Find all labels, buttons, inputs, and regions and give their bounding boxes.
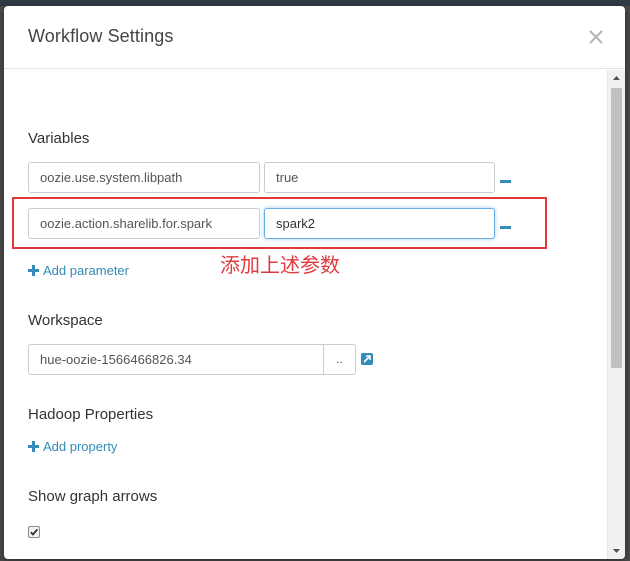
dialog-title: Workflow Settings [28, 26, 174, 46]
add-parameter-link[interactable]: Add parameter [28, 263, 129, 278]
annotation-highlight-box [12, 197, 547, 249]
variables-title: Variables [28, 130, 90, 147]
graph-arrows-title: Show graph arrows [28, 488, 158, 505]
variable-value-input-1[interactable] [264, 162, 495, 193]
plus-icon [28, 441, 39, 452]
scroll-thumb[interactable] [611, 88, 622, 368]
dialog-body: Variables 添加上述参数 Add parameter Workspace… [4, 70, 607, 559]
dialog-header: Workflow Settings [4, 6, 625, 69]
scroll-down-icon [613, 549, 620, 553]
hadoop-properties-title: Hadoop Properties [28, 406, 154, 423]
add-property-label: Add property [43, 439, 118, 454]
variable-name-input-1[interactable] [28, 162, 260, 193]
scroll-down-arrow[interactable] [608, 543, 625, 559]
graph-arrows-checkbox[interactable] [28, 526, 40, 538]
external-open-icon[interactable] [361, 353, 373, 365]
close-icon [589, 30, 603, 44]
add-property-link[interactable]: Add property [28, 439, 117, 454]
check-icon [30, 528, 39, 536]
remove-variable-button-1[interactable] [500, 180, 511, 183]
arrow-out-icon [363, 355, 371, 363]
workflow-settings-dialog: Workflow Settings Variables 添加上述参数 Add p… [4, 6, 625, 559]
plus-icon [28, 265, 39, 276]
scroll-up-arrow[interactable] [608, 70, 625, 86]
workspace-input[interactable] [28, 344, 324, 375]
dialog-scrollbar[interactable] [607, 70, 625, 559]
annotation-text: 添加上述参数 [220, 253, 340, 277]
workspace-browse-button[interactable]: .. [324, 344, 356, 375]
add-parameter-label: Add parameter [43, 263, 129, 278]
scroll-up-icon [613, 76, 620, 80]
workspace-title: Workspace [28, 312, 103, 329]
close-button[interactable] [585, 26, 607, 48]
